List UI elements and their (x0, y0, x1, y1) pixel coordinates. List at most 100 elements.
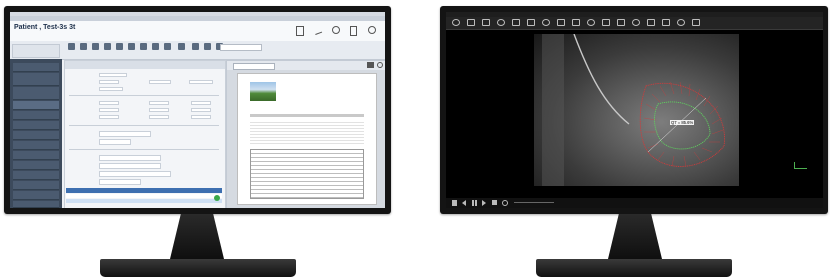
sidebar-item-14[interactable] (13, 201, 59, 208)
ribbon-tool-icon-8[interactable] (152, 43, 159, 50)
zoom-icon[interactable] (482, 19, 490, 26)
form-input-1[interactable] (99, 73, 127, 77)
form-input-11[interactable] (191, 108, 211, 112)
viewer-dropdown[interactable] (233, 63, 275, 70)
facility-photo (250, 82, 276, 101)
speed-icon[interactable] (502, 200, 508, 206)
print-icon[interactable] (367, 62, 374, 68)
sidebar-item-10[interactable] (13, 161, 59, 170)
ribbon-tool-icon-1[interactable] (68, 43, 75, 50)
add-row-icon[interactable] (214, 195, 220, 201)
form-input-7[interactable] (149, 101, 169, 105)
form-input-6[interactable] (99, 101, 119, 105)
next-icon[interactable] (482, 200, 486, 206)
form-divider-1 (69, 95, 219, 96)
form-input-13[interactable] (149, 115, 169, 119)
form-field-wide-1[interactable] (99, 131, 151, 137)
edit-icon[interactable] (312, 25, 323, 35)
form-input-8[interactable] (191, 101, 211, 105)
form-input-12[interactable] (99, 115, 119, 119)
ribbon-tool-icon-7[interactable] (140, 43, 147, 50)
flip-icon[interactable] (632, 19, 640, 26)
form-input-5[interactable] (99, 87, 123, 91)
pause-icon[interactable] (472, 200, 477, 206)
sidebar-item-11[interactable] (13, 171, 59, 180)
patient-header: Patient , Test-3s 3t (10, 21, 385, 42)
window-level-icon[interactable] (497, 19, 505, 26)
form-input-3[interactable] (149, 80, 171, 84)
form-input-14[interactable] (191, 115, 211, 119)
angle-icon[interactable] (527, 19, 535, 26)
left-monitor: Patient , Test-3s 3t (4, 6, 399, 278)
form-row-2 (69, 80, 219, 84)
right-monitor-neck (608, 214, 662, 259)
form-field-wide-2[interactable] (99, 139, 131, 145)
pan-icon[interactable] (467, 19, 475, 26)
angiography-image[interactable]: Q7 = 85.6% (534, 34, 739, 186)
ribbon-tool-icon-12[interactable] (204, 43, 211, 50)
form-input-2[interactable] (99, 80, 119, 84)
sidebar-item-5[interactable] (13, 111, 59, 120)
frame-slider[interactable] (514, 202, 554, 203)
sidebar-item-4[interactable] (13, 101, 59, 110)
form-input-9[interactable] (99, 108, 119, 112)
link-icon[interactable] (332, 26, 340, 34)
sidebar-item-7[interactable] (13, 131, 59, 140)
form-field-wide-4[interactable] (99, 163, 161, 169)
sidebar-item-9[interactable] (13, 151, 59, 160)
form-row-1 (69, 73, 219, 77)
table-row[interactable] (66, 199, 222, 203)
ribbon-tool-icon-4[interactable] (104, 43, 111, 50)
ribbon-tool-icon-6[interactable] (128, 43, 135, 50)
zoom-icon[interactable] (377, 62, 383, 68)
form-title (65, 61, 225, 69)
print-icon[interactable] (692, 19, 700, 26)
form-row-6 (69, 115, 219, 119)
ejection-fraction-label: Q7 = 85.6% (670, 120, 695, 125)
reset-icon[interactable] (647, 19, 655, 26)
invert-icon[interactable] (602, 19, 610, 26)
rotate-icon[interactable] (617, 19, 625, 26)
form-field-wide-6[interactable] (99, 179, 141, 185)
export-icon[interactable] (677, 19, 685, 26)
prev-icon[interactable] (462, 200, 466, 206)
sidebar-item-2[interactable] (13, 73, 59, 86)
ribbon-tool-icon-11[interactable] (192, 43, 199, 50)
stop-icon[interactable] (492, 200, 497, 205)
sidebar-item-3[interactable] (13, 87, 59, 100)
ribbon-tool-icon-9[interactable] (164, 43, 171, 50)
viewer-toolbar (227, 61, 385, 70)
sidebar-item-13[interactable] (13, 191, 59, 200)
bookmark-icon[interactable] (296, 26, 304, 36)
layout-icon[interactable] (587, 19, 595, 26)
roi-icon[interactable] (542, 19, 550, 26)
table-row[interactable] (66, 194, 222, 198)
ventricle-contour-systole[interactable] (654, 101, 711, 150)
form-row-4 (69, 101, 219, 105)
sidebar-item-12[interactable] (13, 181, 59, 190)
ribbon-tool-icon-2[interactable] (80, 43, 87, 50)
orientation-marker-icon (794, 162, 807, 169)
form-row-5 (69, 108, 219, 112)
left-monitor-neck (170, 214, 224, 259)
form-field-wide-3[interactable] (99, 155, 161, 161)
form-field-wide-5[interactable] (99, 171, 171, 177)
sidebar-item-1[interactable] (13, 63, 59, 72)
form-input-4[interactable] (189, 80, 213, 84)
grid-icon[interactable] (572, 19, 580, 26)
select-icon[interactable] (452, 19, 460, 26)
ruler-icon[interactable] (512, 19, 520, 26)
ribbon-search-box[interactable] (220, 44, 262, 51)
ribbon-tool-icon-10[interactable] (178, 43, 185, 50)
cine-icon[interactable] (662, 19, 670, 26)
document-icon[interactable] (350, 26, 357, 36)
first-frame-icon[interactable] (452, 200, 457, 206)
form-input-10[interactable] (149, 108, 169, 112)
settings-icon[interactable] (368, 26, 376, 34)
sidebar-item-6[interactable] (13, 121, 59, 130)
text-icon[interactable] (557, 19, 565, 26)
pacs-viewer-screen: Q7 = 85.6% (446, 12, 823, 208)
sidebar-item-8[interactable] (13, 141, 59, 150)
ribbon-tool-icon-5[interactable] (116, 43, 123, 50)
ribbon-tool-icon-3[interactable] (92, 43, 99, 50)
